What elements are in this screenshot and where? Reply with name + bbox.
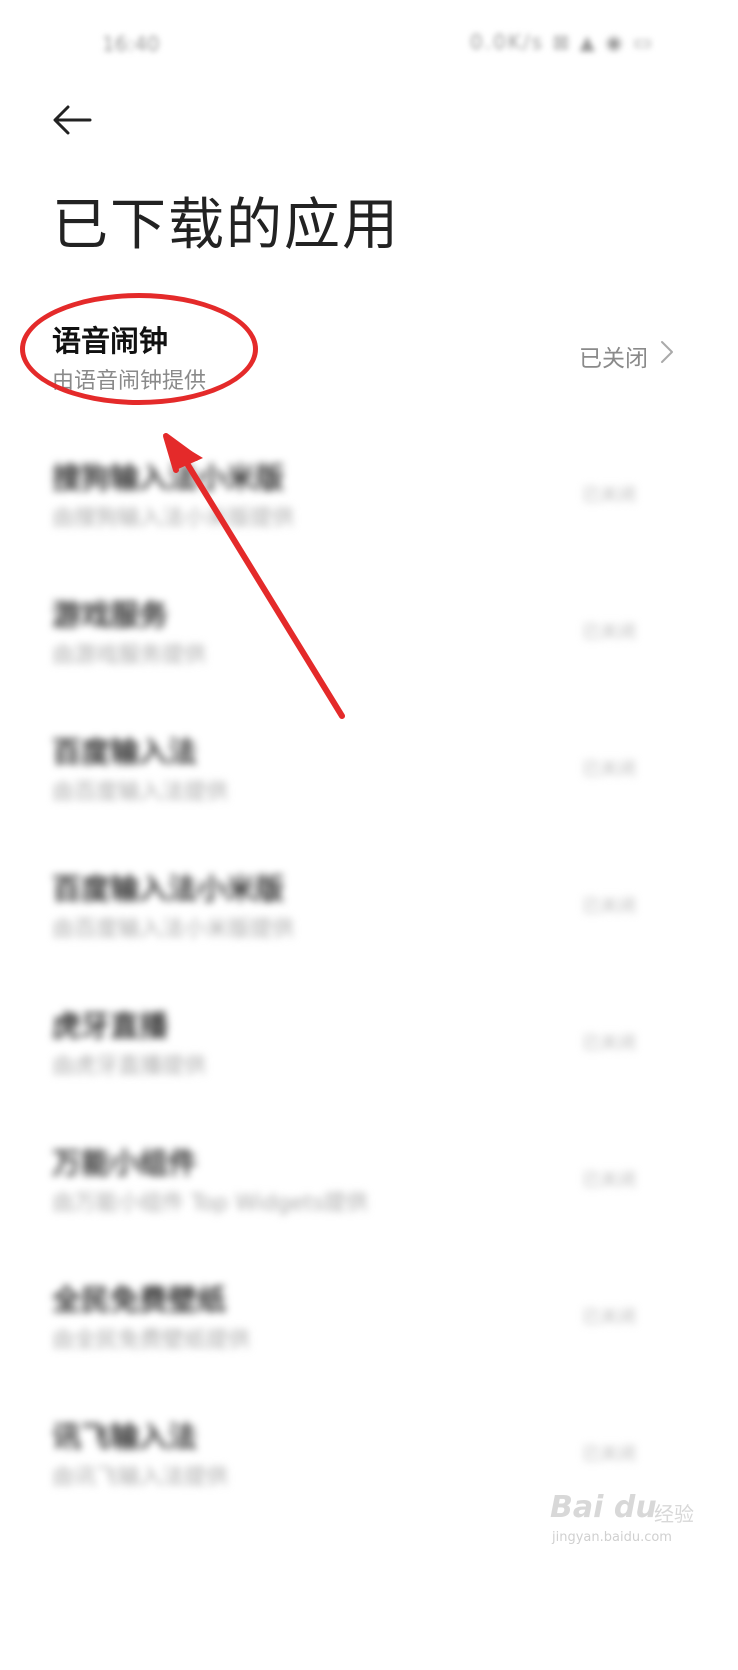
app-status: 已关闭: [582, 896, 636, 917]
watermark-url: jingyan.baidu.com: [552, 1530, 672, 1545]
app-name: 全民免费壁纸: [52, 1283, 227, 1317]
list-item[interactable]: [0, 1533, 738, 1670]
watermark: Bai du 经验 jingyan.baidu.com: [550, 1490, 700, 1550]
app-name: 搜狗输入法小米版: [52, 461, 285, 495]
app-name: 百度输入法: [52, 735, 198, 769]
baidu-logo: Bai du: [550, 1490, 657, 1525]
app-provider: 由语音闹钟提供: [52, 369, 207, 394]
list-item[interactable]: 虎牙直播 由虎牙直播提供 已关闭: [0, 985, 738, 1122]
app-status: 已关闭: [582, 1033, 636, 1054]
app-list: 语音闹钟 由语音闹钟提供 已关闭 搜狗输入法小米版 由搜狗输入法小米版提供 已关…: [0, 300, 738, 1670]
app-status: 已关闭: [582, 485, 636, 506]
app-provider: 由百度输入法小米版提供: [52, 917, 295, 942]
list-item[interactable]: 万能小组件 由万能小组件 Top Widgets提供 已关闭: [0, 1122, 738, 1259]
app-status: 已关闭: [582, 1444, 636, 1465]
app-row-voice-alarm[interactable]: 语音闹钟 由语音闹钟提供 已关闭: [0, 300, 738, 437]
app-name: 游戏服务: [52, 598, 169, 632]
app-status: 已关闭: [582, 759, 636, 780]
status-time: 16:40: [102, 32, 160, 56]
app-provider: 由万能小组件 Top Widgets提供: [52, 1191, 369, 1216]
chevron-right-icon: [661, 341, 673, 363]
app-provider: 由虎牙直播提供: [52, 1054, 207, 1079]
page-title: 已下载的应用: [52, 193, 400, 258]
app-status: 已关闭: [582, 1170, 636, 1191]
app-provider: 由百度输入法提供: [52, 780, 229, 805]
app-provider: 由搜狗输入法小米版提供: [52, 506, 295, 531]
app-status: 已关闭: [582, 1307, 636, 1328]
app-name: 语音闹钟: [52, 324, 169, 358]
list-item[interactable]: 搜狗输入法小米版 由搜狗输入法小米版提供 已关闭: [0, 437, 738, 574]
watermark-text: 经验: [654, 1502, 694, 1526]
list-item[interactable]: 全民免费壁纸 由全民免费壁纸提供 已关闭: [0, 1259, 738, 1396]
arrow-left-icon: [53, 105, 92, 135]
app-name: 虎牙直播: [52, 1009, 169, 1043]
status-icons: 0.0K/s ⊠ ▲ ◉ ▭: [470, 30, 654, 54]
status-bar: 16:40 0.0K/s ⊠ ▲ ◉ ▭: [0, 0, 738, 80]
list-item[interactable]: 游戏服务 由游戏服务提供 已关闭: [0, 574, 738, 711]
app-provider: 由讯飞输入法提供: [52, 1465, 229, 1490]
app-status: 已关闭: [579, 346, 648, 372]
app-name: 百度输入法小米版: [52, 872, 285, 906]
app-provider: 由全民免费壁纸提供: [52, 1328, 251, 1353]
list-item[interactable]: 百度输入法 由百度输入法提供 已关闭: [0, 711, 738, 848]
app-status: 已关闭: [582, 622, 636, 643]
back-button[interactable]: [44, 92, 100, 148]
app-name: 万能小组件: [52, 1146, 198, 1180]
app-provider: 由游戏服务提供: [52, 643, 207, 668]
list-item[interactable]: 百度输入法小米版 由百度输入法小米版提供 已关闭: [0, 848, 738, 985]
app-name: 讯飞输入法: [52, 1420, 198, 1454]
